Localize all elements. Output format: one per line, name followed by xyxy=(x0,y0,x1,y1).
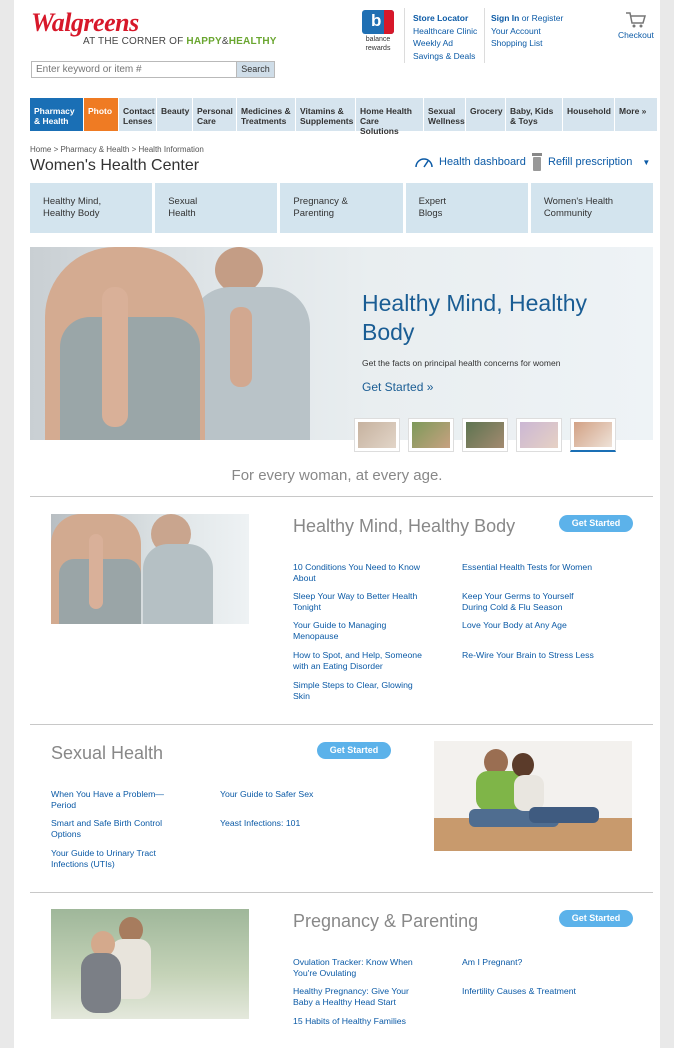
page-title: Women's Health Center xyxy=(30,157,200,174)
store-locator-link[interactable]: Store Locator xyxy=(413,13,468,23)
walgreens-logo[interactable]: Walgreens AT THE CORNER OF HAPPY&HEALTHY xyxy=(31,8,277,48)
nav-beauty[interactable]: Beauty xyxy=(157,98,193,131)
divider xyxy=(404,8,405,63)
article-link[interactable]: Your Guide to Safer Sex xyxy=(220,789,370,800)
sexual-health-get-started-button[interactable]: Get Started xyxy=(317,742,391,759)
article-link[interactable]: Re-Wire Your Brain to Stress Less xyxy=(462,650,622,661)
tab-healthy-mind-body[interactable]: Healthy Mind, Healthy Body xyxy=(30,183,153,233)
search-input[interactable] xyxy=(32,62,236,77)
healthy-mind-get-started-button[interactable]: Get Started xyxy=(559,515,633,532)
pregnancy-image xyxy=(51,909,249,1019)
tab-womens-health-community[interactable]: Women's Health Community xyxy=(530,183,654,233)
article-link[interactable]: Keep Your Germs to Yourself During Cold &… xyxy=(462,591,622,612)
carousel-thumb[interactable] xyxy=(516,418,562,452)
nav-more[interactable]: More » xyxy=(615,98,657,131)
article-link[interactable]: Ovulation Tracker: Know When You're Ovula… xyxy=(293,957,443,978)
carousel-thumb[interactable] xyxy=(408,418,454,452)
tab-sexual-health[interactable]: Sexual Health xyxy=(155,183,278,233)
balance-rewards-link[interactable]: balance rewards xyxy=(360,10,396,52)
section-tagline: For every woman, at every age. xyxy=(231,467,443,484)
article-link[interactable]: How to Spot, and Help, Someone with an Ea… xyxy=(293,650,443,671)
divider xyxy=(30,496,653,497)
couple-image xyxy=(434,741,632,851)
pill-bottle-icon xyxy=(532,153,542,171)
nav-grocery[interactable]: Grocery xyxy=(466,98,506,131)
hero-banner: Healthy Mind, Healthy Body Get the facts … xyxy=(30,247,653,440)
gauge-icon xyxy=(415,158,433,168)
balance-rewards-icon xyxy=(362,10,394,34)
pregnancy-get-started-button[interactable]: Get Started xyxy=(559,910,633,927)
health-center-subnav: Healthy Mind, Healthy Body Sexual Health P… xyxy=(30,183,654,233)
healthy-mind-image xyxy=(51,514,249,624)
tab-expert-blogs[interactable]: Expert Blogs xyxy=(405,183,528,233)
search-bar: Search xyxy=(31,61,275,78)
brand-name: Walgreens xyxy=(31,8,139,37)
cart-icon xyxy=(625,12,646,28)
refill-prescription-link[interactable]: Refill prescription ▼ xyxy=(532,153,650,171)
article-link[interactable]: Smart and Safe Birth Control Options xyxy=(51,818,201,839)
hero-title: Healthy Mind, Healthy Body xyxy=(362,290,587,345)
healthcare-clinic-link[interactable]: Healthcare Clinic xyxy=(413,26,477,36)
tab-pregnancy-parenting[interactable]: Pregnancy & Parenting xyxy=(280,183,403,233)
section-title-healthy-mind: Healthy Mind, Healthy Body xyxy=(293,516,516,536)
utility-links: Store Locator Healthcare Clinic Weekly A… xyxy=(413,12,477,62)
article-link[interactable]: 15 Habits of Healthy Families xyxy=(293,1016,443,1027)
article-link[interactable]: Your Guide to Managing Menopause xyxy=(293,620,443,641)
hero-subtitle: Get the facts on principal health concer… xyxy=(362,358,561,368)
shopping-list-link[interactable]: Shopping List xyxy=(491,38,543,48)
section-title-pregnancy: Pregnancy & Parenting xyxy=(293,911,479,931)
checkout-link[interactable]: Checkout xyxy=(618,12,654,40)
section-title-sexual-health: Sexual Health xyxy=(51,743,164,763)
register-link[interactable]: or Register xyxy=(519,13,564,23)
article-link[interactable]: Sleep Your Way to Better Health Tonight xyxy=(293,591,443,612)
divider xyxy=(30,724,653,725)
article-link[interactable]: Essential Health Tests for Women xyxy=(462,562,622,573)
sexual-health-links: When You Have a Problem— Period Smart and… xyxy=(51,789,391,879)
breadcrumb[interactable]: Home > Pharmacy & Health > Health Inform… xyxy=(30,145,204,154)
search-button[interactable]: Search xyxy=(236,62,274,77)
nav-pharmacy-health[interactable]: Pharmacy & Health xyxy=(30,98,84,131)
your-account-link[interactable]: Your Account xyxy=(491,26,541,36)
account-links: Sign In or Register Your Account Shoppin… xyxy=(491,12,563,50)
hero-carousel-thumbs xyxy=(354,418,616,452)
article-link[interactable]: Your Guide to Urinary Tract Infections (U… xyxy=(51,848,201,869)
weekly-ad-link[interactable]: Weekly Ad xyxy=(413,38,453,48)
nav-medicines-treatments[interactable]: Medicines & Treatments xyxy=(237,98,296,131)
chevron-down-icon: ▼ xyxy=(642,157,651,167)
nav-vitamins-supplements[interactable]: Vitamins & Supplements xyxy=(296,98,356,131)
article-link[interactable]: When You Have a Problem— Period xyxy=(51,789,201,810)
main-nav: Pharmacy & Health Photo Contact Lenses Bea… xyxy=(30,98,657,136)
hero-get-started-link[interactable]: Get Started » xyxy=(362,380,433,394)
nav-household[interactable]: Household xyxy=(563,98,615,131)
article-link[interactable]: 10 Conditions You Need to Know About xyxy=(293,562,443,583)
nav-contact-lenses[interactable]: Contact Lenses xyxy=(119,98,157,131)
nav-personal-care[interactable]: Personal Care xyxy=(193,98,237,131)
nav-sexual-wellness[interactable]: Sexual Wellness xyxy=(424,98,466,131)
divider xyxy=(484,8,485,63)
nav-baby-kids-toys[interactable]: Baby, Kids & Toys xyxy=(506,98,563,131)
brand-tagline: AT THE CORNER OF HAPPY&HEALTHY xyxy=(83,36,277,47)
divider xyxy=(30,892,653,893)
carousel-thumb-active[interactable] xyxy=(570,418,616,452)
article-link[interactable]: Yeast Infections: 101 xyxy=(220,818,370,829)
savings-deals-link[interactable]: Savings & Deals xyxy=(413,51,475,61)
article-link[interactable]: Am I Pregnant? xyxy=(462,957,612,968)
healthy-mind-links: 10 Conditions You Need to Know About Slee… xyxy=(293,562,633,702)
article-link[interactable]: Infertility Causes & Treatment xyxy=(462,986,612,997)
health-dashboard-link[interactable]: Health dashboard xyxy=(414,156,526,168)
article-link[interactable]: Healthy Pregnancy: Give Your Baby a Healt… xyxy=(293,986,443,1007)
carousel-thumb[interactable] xyxy=(354,418,400,452)
carousel-thumb[interactable] xyxy=(462,418,508,452)
article-link[interactable]: Simple Steps to Clear, Glowing Skin xyxy=(293,680,443,701)
sign-in-link[interactable]: Sign In xyxy=(491,13,519,23)
nav-home-health-care[interactable]: Home Health Care Solutions xyxy=(356,98,424,136)
nav-photo[interactable]: Photo xyxy=(84,98,119,131)
page: Walgreens AT THE CORNER OF HAPPY&HEALTHY… xyxy=(14,0,660,1048)
article-link[interactable]: Love Your Body at Any Age xyxy=(462,620,622,631)
pregnancy-links: Ovulation Tracker: Know When You're Ovula… xyxy=(293,957,633,1037)
